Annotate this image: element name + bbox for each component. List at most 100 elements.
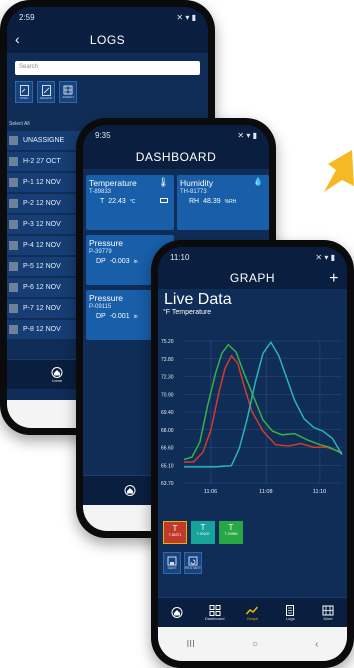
nav-logs-label: Logs xyxy=(285,615,295,621)
add-button[interactable]: + xyxy=(329,270,339,288)
y-tick-label: 69.40 xyxy=(161,410,174,416)
phone-graph: 11:10 ✕ ▾ ▮ GRAPH + Live Data °F Tempera… xyxy=(151,240,354,668)
nav-home[interactable] xyxy=(117,479,143,503)
graph-app-bar: GRAPH + xyxy=(158,267,347,289)
page-title: DASHBOARD xyxy=(135,150,217,164)
dashboard-app-bar: DASHBOARD xyxy=(83,145,269,169)
restart-button[interactable]: RESTART xyxy=(184,552,202,574)
chip-key: T xyxy=(172,524,178,533)
series-line-1 xyxy=(183,343,343,461)
status-icons: ✕ ▾ ▮ xyxy=(237,130,257,140)
reading-value: 22.43 xyxy=(108,198,126,205)
save-button-label: SAVE xyxy=(167,566,177,570)
status-bar: 11:10 ✕ ▾ ▮ xyxy=(158,247,347,267)
assign-button-label: ASSIGN xyxy=(62,95,74,99)
log-name: P-7 12 NOV xyxy=(23,305,61,312)
chip-key: T xyxy=(228,523,234,532)
x-tick-label: 11:10 xyxy=(313,489,326,495)
checkbox[interactable] xyxy=(9,199,18,208)
log-name: P-8 12 NOV xyxy=(23,326,61,333)
home-circle-icon[interactable]: ○ xyxy=(252,639,258,650)
bottom-nav: Dashboard Graph Logs More xyxy=(158,597,347,627)
checkbox[interactable] xyxy=(9,136,18,145)
reading-value: -0.003 xyxy=(109,258,130,265)
y-tick-label: 68.00 xyxy=(161,428,174,434)
checkbox[interactable] xyxy=(9,304,18,313)
status-bar: 9:35 ✕ ▾ ▮ xyxy=(83,125,269,145)
y-tick-label: 72.30 xyxy=(161,375,174,381)
checkbox[interactable] xyxy=(9,220,18,229)
more-icon xyxy=(322,605,334,615)
delete-icon xyxy=(41,84,51,96)
nav-home[interactable]: home xyxy=(44,363,70,387)
reading-key: DP xyxy=(96,258,106,265)
save-button[interactable]: SAVE xyxy=(163,552,181,574)
y-tick-label: 63.70 xyxy=(161,481,174,487)
y-tick-label: 70.90 xyxy=(161,392,174,398)
delete-button-label: DELETE xyxy=(40,95,52,100)
sensor-chip[interactable]: T T-00100 xyxy=(191,521,215,544)
series-line-0 xyxy=(184,354,343,463)
sensor-chip[interactable]: T T-85371 xyxy=(163,521,187,544)
checkbox[interactable] xyxy=(9,241,18,250)
x-tick-label: 11:06 xyxy=(204,489,217,495)
nav-more[interactable]: More xyxy=(315,601,341,625)
nav-logs[interactable]: Logs xyxy=(277,601,303,625)
reading-unit: %RH xyxy=(224,199,237,205)
assign-button[interactable]: ASSIGN xyxy=(59,81,77,103)
sensor-chip[interactable]: T T-29986 xyxy=(219,521,243,544)
checkbox[interactable] xyxy=(9,178,18,187)
temperature-card[interactable]: Temperature 🌡 T-89833 T 22.43 °C xyxy=(86,175,174,230)
reading-unit: °C xyxy=(129,199,136,205)
log-name: UNASSIGNE xyxy=(23,137,65,144)
back-arrow-icon[interactable]: ‹ xyxy=(15,31,20,47)
recent-apps-icon[interactable]: III xyxy=(187,639,195,650)
graph-screen: 11:10 ✕ ▾ ▮ GRAPH + Live Data °F Tempera… xyxy=(158,247,347,661)
battery-icon xyxy=(160,198,168,203)
graph-icon xyxy=(246,605,259,615)
restart-icon xyxy=(188,556,198,566)
logs-icon xyxy=(286,604,295,616)
status-time: 9:35 xyxy=(95,130,111,140)
y-tick-label: 66.60 xyxy=(161,446,174,452)
dashboard-icon xyxy=(209,604,221,616)
checkbox[interactable] xyxy=(9,325,18,334)
live-data-chart[interactable]: 75.20 73.80 72.30 70.90 69.40 68.00 66.60 65.10… xyxy=(158,333,347,501)
open-button[interactable]: OPEN xyxy=(15,81,33,103)
x-tick-label: 11:08 xyxy=(259,489,272,495)
reading-key: RH xyxy=(189,198,200,205)
humidity-card[interactable]: Humidity 💧 TH-81773 RH 48.39 %RH xyxy=(177,175,269,230)
chip-key: T xyxy=(200,523,206,532)
restart-button-label: RESTART xyxy=(185,566,202,570)
reading-row: RH 48.39 %RH xyxy=(177,195,269,208)
logs-toolbar: OPEN DELETE ASSIGN xyxy=(7,81,208,103)
home-icon xyxy=(51,366,63,378)
search-input[interactable]: Search xyxy=(15,61,200,75)
delete-button[interactable]: DELETE xyxy=(37,81,55,103)
log-name: H-2 27 OCT xyxy=(23,158,61,165)
chip-label: T-00100 xyxy=(196,532,210,536)
checkbox[interactable] xyxy=(9,262,18,271)
logs-app-bar: ‹ LOGS xyxy=(7,27,208,53)
log-name: P-1 12 NOV xyxy=(23,179,61,186)
nav-graph[interactable]: Graph xyxy=(239,601,265,625)
humidity-icon: 💧 xyxy=(253,177,263,186)
home-icon xyxy=(171,607,183,618)
live-data-heading: Live Data xyxy=(164,291,232,308)
y-tick-label: 65.10 xyxy=(161,463,174,469)
checkbox[interactable] xyxy=(9,283,18,292)
log-name: P-3 12 NOV xyxy=(23,221,61,228)
nav-dashboard-label: Dashboard xyxy=(204,615,225,621)
back-icon[interactable]: ‹ xyxy=(315,639,318,650)
status-time: 2:59 xyxy=(19,12,35,22)
open-icon xyxy=(19,84,29,96)
thermometer-icon: 🌡 xyxy=(157,177,169,187)
nav-dashboard[interactable]: Dashboard xyxy=(202,601,228,625)
nav-home[interactable] xyxy=(164,601,190,625)
checkbox[interactable] xyxy=(9,157,18,166)
reading-value: -0.001 xyxy=(109,313,130,320)
nav-home-label: home xyxy=(52,377,63,383)
log-name: P-5 12 NOV xyxy=(23,263,61,270)
status-bar: 2:59 ✕ ▾ ▮ xyxy=(7,7,208,27)
page-title: LOGS xyxy=(89,33,126,47)
